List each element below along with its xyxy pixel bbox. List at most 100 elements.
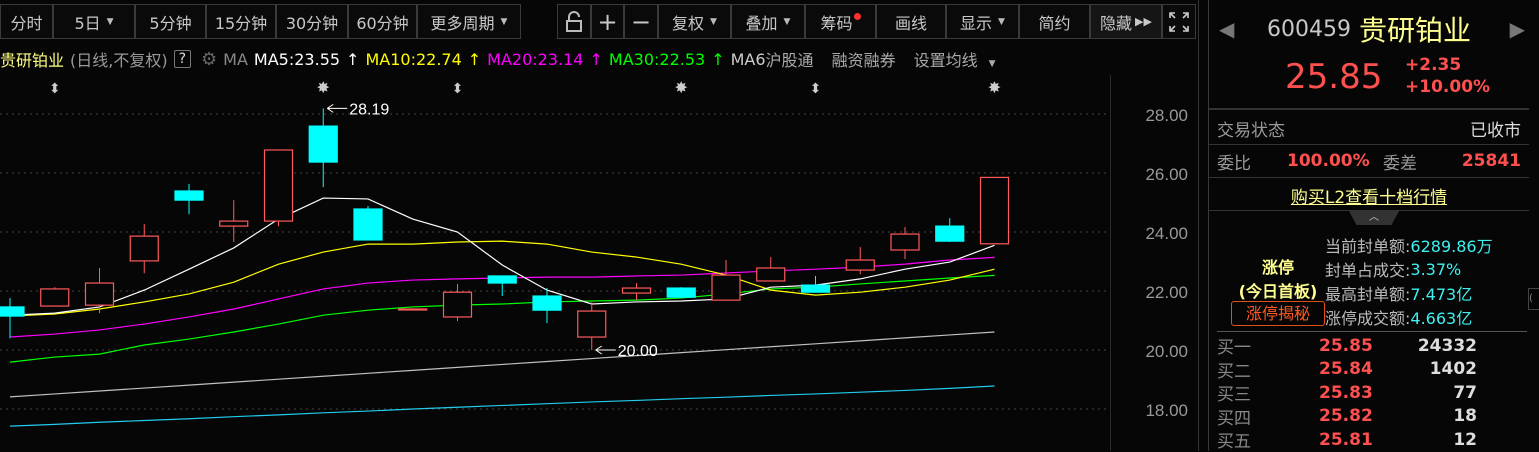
panel-expand-handle[interactable]: ( <box>1528 288 1539 310</box>
candle-body <box>353 208 383 241</box>
period-toolbar: 分时 5日 ▼ 5分钟 15分钟 30分钟 60分钟 更多周期 ▼ + − 复权 ▼ … <box>0 4 1200 39</box>
divider <box>1217 331 1527 332</box>
tab-5day[interactable]: 5日 ▼ <box>53 4 135 39</box>
candle <box>577 301 607 350</box>
bid-row[interactable]: 买二 25.84 1402 <box>1217 358 1527 382</box>
updown-arrow-icon: ⬍ <box>452 81 464 97</box>
stat-label: 最高封单额: <box>1325 285 1411 304</box>
candle-body <box>263 149 294 222</box>
hide-button[interactable]: 隐藏 ▶▶ <box>1090 4 1162 39</box>
caret-down-icon: ▼ <box>998 16 1005 27</box>
prev-stock-arrow-icon[interactable]: ◀ <box>1219 17 1234 41</box>
candle-body <box>442 291 473 318</box>
tab-30min[interactable]: 30分钟 <box>276 4 348 39</box>
tab-15min[interactable]: 15分钟 <box>206 4 276 39</box>
bid-row[interactable]: 买三 25.83 77 <box>1217 381 1527 406</box>
candle-body <box>577 310 607 338</box>
next-stock-arrow-icon[interactable]: ▶ <box>1510 17 1525 41</box>
margin-link[interactable]: 融资融券 <box>832 47 896 71</box>
tab-intraday[interactable]: 分时 <box>0 4 53 39</box>
tab-5min[interactable]: 5分钟 <box>135 4 206 39</box>
candlestick-chart[interactable]: 28.00 26.00 24.00 22.00 20.00 18.00 28.19 20.00… <box>0 75 1200 451</box>
buy-l2-link[interactable]: 购买L2查看十档行情 <box>1291 183 1447 208</box>
hsgt-link[interactable]: 沪股通 <box>766 47 814 71</box>
fullscreen-icon <box>1169 11 1189 32</box>
collapse-chevron-up-icon[interactable]: ︿ <box>1349 211 1399 225</box>
more-periods-dropdown[interactable]: 更多周期 ▼ <box>417 4 521 39</box>
diff-value: 25841 <box>1461 151 1521 171</box>
bid-level: 买二 <box>1217 361 1251 382</box>
candle <box>621 283 652 301</box>
candle <box>174 183 204 215</box>
candle <box>845 247 875 275</box>
bid-price: 25.85 <box>1319 335 1373 356</box>
stock-code: 600459 <box>1267 16 1351 42</box>
status-value: 已收市 <box>1470 120 1521 141</box>
bid-row[interactable]: 买五 25.81 12 <box>1217 428 1527 452</box>
updown-arrow-icon: ⬍ <box>810 81 822 97</box>
bid-row[interactable]: 买四 25.82 18 <box>1217 405 1527 429</box>
limit-up-reveal-button[interactable]: 涨停揭秘 <box>1231 301 1325 326</box>
ma10-value: MA10:22.74 <box>365 49 462 69</box>
price-annotation: 28.19 <box>349 101 389 118</box>
limit-stat-row: 当前封单额: 6289.86万 <box>1325 233 1535 257</box>
stat-value: 7.473亿 <box>1410 285 1473 304</box>
y-tick-label: 22.00 <box>1145 283 1188 302</box>
bid-level: 买三 <box>1217 385 1251 405</box>
candle-body <box>756 267 786 282</box>
stat-value: 3.37% <box>1410 259 1462 279</box>
candle <box>263 149 294 227</box>
zoom-out-button[interactable]: − <box>624 4 658 39</box>
candle-body <box>40 288 70 307</box>
candle-body <box>398 308 428 311</box>
bid-volume: 77 <box>1453 382 1477 403</box>
candle-body <box>800 284 831 293</box>
bid-volume: 18 <box>1453 406 1477 426</box>
star-event-icon: ✸ <box>317 78 330 97</box>
label: 筹码 <box>820 13 853 33</box>
caret-down-icon: ▼ <box>783 16 791 27</box>
stat-label: 封单占成交: <box>1325 261 1411 280</box>
y-tick-label: 28.00 <box>1145 106 1188 125</box>
bid-row[interactable]: 买一 25.85 24332 <box>1217 334 1527 359</box>
ma5-value: MA5:23.55 <box>253 49 341 69</box>
divider <box>1209 177 1529 178</box>
label: 画线 <box>894 13 927 33</box>
help-button[interactable]: ? <box>173 50 192 68</box>
tab-60min[interactable]: 60分钟 <box>348 4 417 39</box>
simple-button[interactable]: 简约 <box>1019 4 1090 39</box>
bid-volume: 24332 <box>1417 335 1477 356</box>
status-label: 交易状态 <box>1217 120 1285 141</box>
candle <box>487 275 517 297</box>
candle-body <box>621 287 652 294</box>
chart-mode: (日线,不复权) <box>70 51 168 70</box>
candle-body <box>845 259 875 271</box>
fullscreen-button[interactable] <box>1162 4 1196 39</box>
draw-button[interactable]: 画线 <box>876 4 946 39</box>
gear-icon[interactable]: ⚙ <box>201 49 217 70</box>
overlay-dropdown[interactable]: 叠加 ▼ <box>731 4 805 39</box>
candle <box>979 176 1010 245</box>
ma-label: MA <box>223 49 248 69</box>
divider <box>1209 210 1529 211</box>
bid-volume: 12 <box>1453 429 1477 450</box>
label: 30分钟 <box>285 13 339 33</box>
ratio-label: 委比 <box>1217 153 1251 174</box>
quote-panel: ◀ 600459 贵研铂业 ▶ 25.85 +2.35 +10.00% 交易状态… <box>1208 0 1539 452</box>
arrow-up-icon: ↑ <box>589 49 603 69</box>
lock-button[interactable] <box>557 4 591 39</box>
label: 隐藏 <box>1100 13 1133 33</box>
chips-button[interactable]: 筹码 <box>805 4 876 39</box>
candle-body <box>935 225 965 242</box>
adjust-dropdown[interactable]: 复权 ▼ <box>658 4 731 39</box>
label: 分时 <box>10 13 43 33</box>
display-dropdown[interactable]: 显示 ▼ <box>946 4 1019 39</box>
label: 5分钟 <box>149 13 192 33</box>
label: 5日 <box>74 13 101 33</box>
stat-value: 6289.86万 <box>1410 237 1493 256</box>
candle <box>308 108 338 188</box>
zoom-in-button[interactable]: + <box>591 4 624 39</box>
double-chevron-right-icon: ▶▶ <box>1135 15 1152 28</box>
set-ma-dropdown[interactable]: 设置均线 ▼ <box>914 47 1002 71</box>
unlock-icon <box>566 10 582 32</box>
